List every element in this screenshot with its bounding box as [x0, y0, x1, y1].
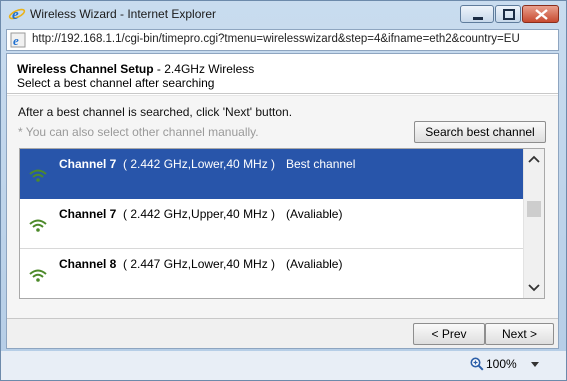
instruction-text: After a best channel is searched, click …: [18, 105, 293, 119]
section-title: Wireless Channel Setup: [17, 62, 154, 76]
url-text[interactable]: http://192.168.1.1/cgi-bin/timepro.cgi?t…: [32, 33, 520, 45]
channel-name: Channel 7: [59, 157, 117, 171]
close-icon: [535, 9, 548, 20]
channel-name: Channel 7: [59, 207, 117, 221]
close-button[interactable]: [522, 5, 559, 23]
channel-row[interactable]: Channel 7 ( 2.442 GHz,Lower,40 MHz ) Bes…: [20, 149, 523, 199]
wizard-header: Wireless Channel Setup - 2.4GHz Wireless…: [7, 54, 558, 94]
channel-list-scrollbar[interactable]: [523, 149, 544, 298]
channel-detail: ( 2.442 GHz,Lower,40 MHz ): [123, 157, 276, 171]
page-title: Wireless Channel Setup - 2.4GHz Wireless: [17, 62, 254, 76]
scroll-down-button[interactable]: [524, 278, 544, 298]
wizard-body: After a best channel is searched, click …: [7, 95, 558, 318]
channel-detail: ( 2.447 GHz,Lower,40 MHz ): [123, 257, 276, 271]
wizard-footer: < Prev Next >: [7, 318, 558, 348]
page-content: Wireless Channel Setup - 2.4GHz Wireless…: [6, 53, 559, 349]
title-bar[interactable]: e Wireless Wizard - Internet Explorer: [1, 1, 566, 27]
maximize-button[interactable]: [495, 5, 521, 23]
band-label: - 2.4GHz Wireless: [153, 62, 255, 76]
chevron-up-icon: [528, 155, 540, 163]
status-bar: 100%: [1, 351, 566, 380]
minimize-button[interactable]: [460, 5, 494, 23]
page-icon: e: [10, 32, 26, 48]
zoom-level[interactable]: 100%: [486, 357, 517, 371]
channel-row[interactable]: Channel 7 ( 2.442 GHz,Upper,40 MHz ) (Av…: [20, 199, 523, 249]
channel-status: Best channel: [286, 157, 356, 171]
next-button[interactable]: Next >: [485, 323, 554, 345]
page-subtitle: Select a best channel after searching: [17, 76, 215, 90]
scroll-up-button[interactable]: [524, 149, 544, 169]
svg-text:e: e: [12, 7, 19, 23]
search-best-channel-button[interactable]: Search best channel: [414, 121, 546, 143]
wifi-signal-icon: [28, 217, 48, 233]
zoom-icon[interactable]: [470, 357, 484, 371]
channel-list: Channel 7 ( 2.442 GHz,Lower,40 MHz ) Bes…: [19, 148, 545, 299]
internet-explorer-icon: e: [8, 5, 26, 23]
wifi-signal-icon: [28, 267, 48, 283]
channel-detail: ( 2.442 GHz,Upper,40 MHz ): [123, 207, 276, 221]
prev-button[interactable]: < Prev: [413, 323, 485, 345]
channel-status: (Avaliable): [286, 257, 343, 271]
scroll-thumb[interactable]: [527, 201, 541, 217]
wifi-signal-icon: [28, 167, 48, 183]
manual-select-note: * You can also select other channel manu…: [18, 125, 259, 139]
channel-row[interactable]: Channel 8 ( 2.447 GHz,Lower,40 MHz ) (Av…: [20, 249, 523, 298]
svg-text:e: e: [13, 33, 19, 48]
window-title: Wireless Wizard - Internet Explorer: [30, 7, 217, 21]
address-bar[interactable]: e http://192.168.1.1/cgi-bin/timepro.cgi…: [6, 29, 559, 51]
chevron-down-icon: [528, 284, 540, 292]
channel-status: (Avaliable): [286, 207, 343, 221]
channel-name: Channel 8: [59, 257, 117, 271]
browser-window: e Wireless Wizard - Internet Explorer e …: [0, 0, 567, 381]
zoom-dropdown-icon[interactable]: [531, 362, 539, 367]
